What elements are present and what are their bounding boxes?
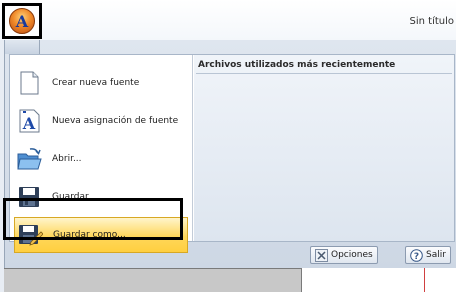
- open-folder-icon: [16, 146, 42, 172]
- options-button[interactable]: Opciones: [310, 246, 378, 264]
- application-button[interactable]: A: [9, 8, 35, 34]
- svg-text:A: A: [22, 114, 36, 133]
- recent-files-panel: Archivos utilizados más recientemente: [194, 55, 454, 241]
- app-button-highlight-frame: A: [2, 3, 42, 39]
- help-exit-icon: ?: [410, 248, 423, 262]
- svg-text:?: ?: [414, 252, 419, 262]
- canvas-guide-line: [424, 268, 425, 292]
- font-assign-icon: A: [16, 108, 42, 134]
- create-new-font-label: Crear nueva fuente: [52, 78, 140, 88]
- recent-files-divider: [196, 73, 452, 74]
- create-new-font-item[interactable]: Crear nueva fuente: [14, 65, 188, 101]
- app-button-tab: [4, 40, 40, 54]
- title-bar: Sin título: [0, 0, 456, 40]
- new-font-assignment-label: Nueva asignación de fuente: [52, 116, 179, 126]
- exit-label: Salir: [426, 250, 446, 260]
- new-document-icon: [16, 70, 42, 96]
- options-icon: [315, 248, 328, 262]
- open-item[interactable]: Abrir...: [14, 141, 188, 177]
- options-label: Opciones: [331, 250, 373, 260]
- window-title: Sin título: [409, 16, 455, 27]
- app-logo-icon: A: [15, 12, 29, 31]
- workspace-gray-area: [4, 268, 302, 292]
- open-label: Abrir...: [52, 154, 82, 164]
- new-font-assignment-item[interactable]: A Nueva asignación de fuente: [14, 103, 188, 139]
- save-as-highlight-frame: [3, 198, 183, 240]
- exit-button[interactable]: ? Salir: [405, 246, 451, 264]
- workspace-canvas: [302, 268, 456, 292]
- recent-files-title: Archivos utilizados más recientemente: [198, 60, 396, 70]
